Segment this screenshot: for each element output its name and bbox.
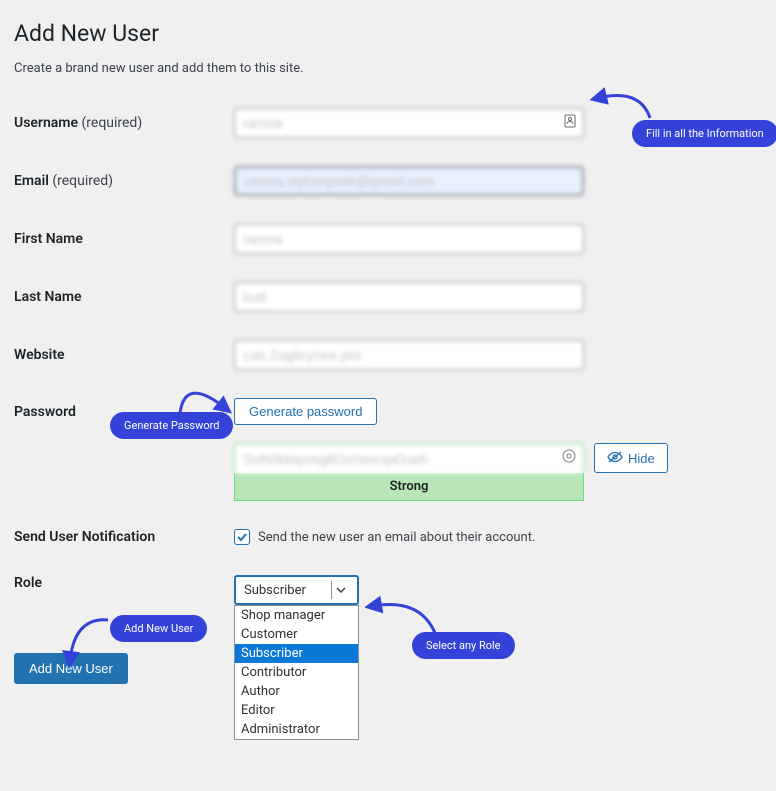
lastname-label: Last Name [14,289,234,305]
role-option[interactable]: Contributor [235,663,358,682]
firstname-input[interactable] [234,224,584,254]
generate-password-button[interactable]: Generate password [234,398,377,425]
firstname-label: First Name [14,231,234,247]
page-subtitle: Create a brand new user and add them to … [14,61,762,76]
username-input[interactable] [234,108,584,138]
page-title: Add New User [14,20,762,47]
notification-checkbox-label: Send the new user an email about their a… [258,530,535,545]
password-strength: Strong [234,473,584,501]
hide-password-button[interactable]: Hide [594,443,668,473]
select-role-callout: Select any Role [412,632,515,659]
role-dropdown: Shop manager Customer Subscriber Contrib… [234,605,359,740]
chevron-down-icon [331,581,349,599]
contact-card-icon [564,114,576,132]
website-label: Website [14,347,234,363]
fill-info-callout: Fill in all the Information [632,120,776,147]
role-option[interactable]: Customer [235,625,358,644]
role-option[interactable]: Editor [235,701,358,720]
username-label: Username (required) [14,115,234,131]
role-label: Role [14,575,234,591]
email-label: Email (required) [14,173,234,189]
role-select[interactable]: Subscriber [234,575,359,605]
role-option[interactable]: Author [235,682,358,701]
generate-password-callout: Generate Password [110,412,233,439]
eye-slash-icon [607,450,623,467]
notification-checkbox[interactable] [234,529,250,545]
password-input[interactable] [234,443,584,473]
role-option[interactable]: Shop manager [235,606,358,625]
password-suggest-icon [562,449,576,467]
add-new-user-callout: Add New User [110,615,207,642]
add-new-user-button[interactable]: Add New User [14,653,128,684]
email-input[interactable] [234,166,584,196]
role-option[interactable]: Subscriber [235,644,358,663]
lastname-input[interactable] [234,282,584,312]
website-input[interactable] [234,340,584,370]
notification-label: Send User Notification [14,529,234,545]
role-option[interactable]: Administrator [235,720,358,739]
